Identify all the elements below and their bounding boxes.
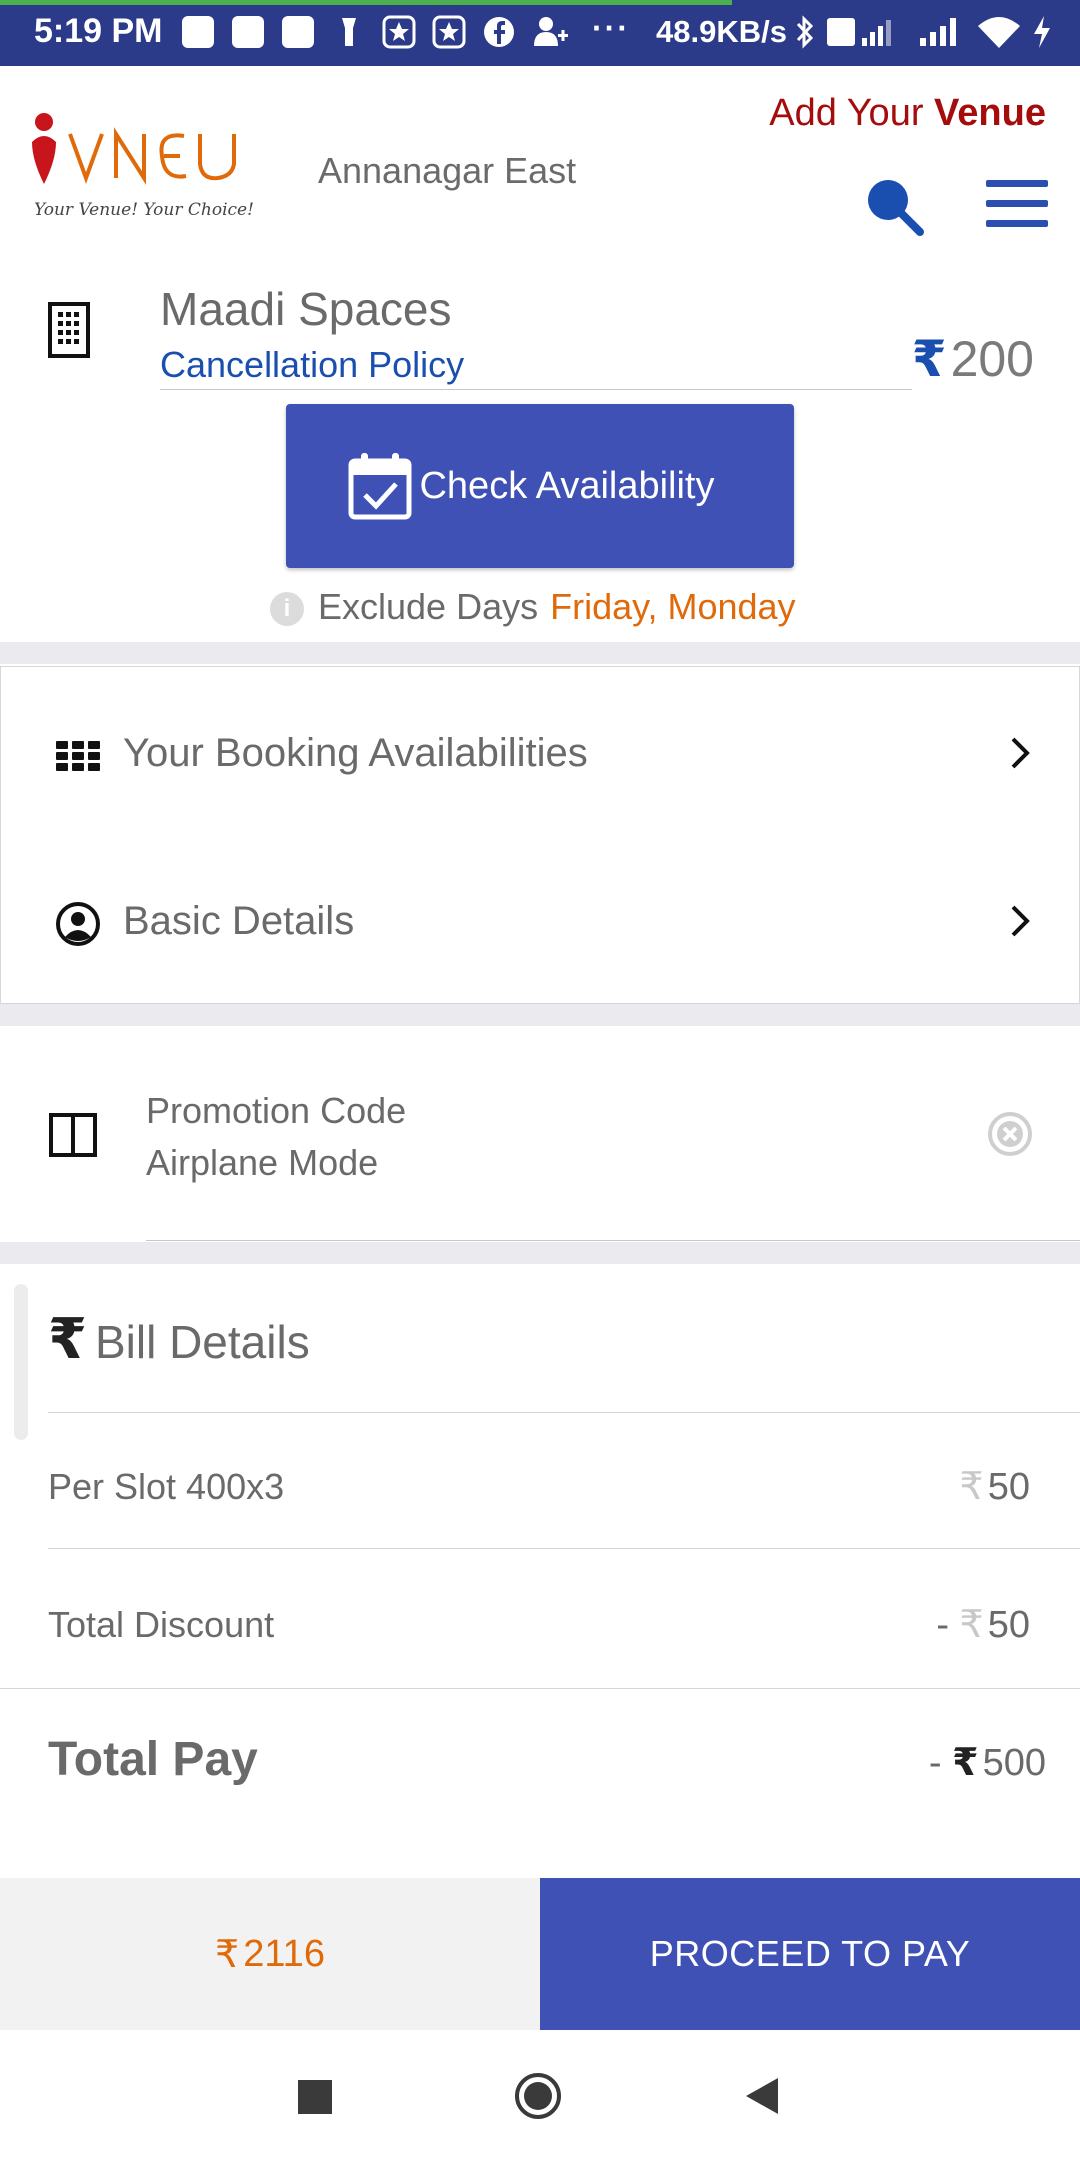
exclude-days: i Exclude Days Friday, Monday — [270, 586, 796, 628]
basic-details-label: Basic Details — [123, 899, 355, 943]
hamburger-menu-icon[interactable] — [986, 180, 1048, 228]
venue-price-value: 200 — [950, 331, 1034, 387]
divider — [160, 389, 912, 390]
rupee-icon: ₹ — [215, 1933, 240, 1976]
user-circle-icon — [56, 902, 100, 946]
status-time: 5:19 PM — [34, 12, 163, 50]
more-notifications-icon: ··· — [592, 10, 630, 46]
charging-icon — [1034, 16, 1050, 48]
message-icon — [282, 16, 314, 48]
cancellation-policy-link[interactable]: Cancellation Policy — [160, 344, 464, 386]
payable-amount: ₹2116 — [0, 1878, 540, 2030]
check-availability-label: Check Availability — [419, 464, 715, 507]
venue-name: Maadi Spaces — [160, 283, 452, 335]
add-venue-prefix: Add Your — [769, 92, 935, 134]
facebook-icon — [484, 17, 514, 47]
network-speed: 48.9KB/s — [656, 14, 787, 49]
booking-availabilities-label: Your Booking Availabilities — [123, 731, 588, 775]
total-discount-prefix: - — [936, 1604, 960, 1646]
total-pay-label: Total Pay — [48, 1733, 258, 1786]
divider — [48, 1548, 1080, 1549]
venue-price: ₹200 — [912, 330, 1034, 388]
booking-availabilities-row[interactable]: Your Booking Availabilities — [1, 693, 1079, 813]
rupee-icon: ₹ — [959, 1466, 984, 1508]
divider — [146, 1240, 1080, 1241]
building-icon — [48, 302, 90, 358]
options-card: Your Booking Availabilities Basic Detail… — [0, 666, 1080, 1004]
total-pay-value: - ₹500 — [929, 1740, 1046, 1785]
logo-tagline: Your Venue! Your Choice! — [34, 200, 254, 220]
section-divider — [0, 1242, 1080, 1264]
add-venue-link[interactable]: Add Your Venue — [769, 92, 1046, 135]
star-badge-icon — [432, 15, 466, 49]
message-icon — [182, 16, 214, 48]
rupee-icon: ₹ — [911, 331, 947, 387]
bluetooth-icon — [796, 15, 814, 49]
scrollbar[interactable] — [14, 1284, 28, 1440]
system-nav-bar — [0, 2030, 1080, 2160]
rupee-icon: ₹ — [48, 1307, 87, 1370]
payable-amount-value: 2116 — [243, 1932, 325, 1975]
location-label[interactable]: Annanagar East — [318, 150, 576, 192]
divider — [0, 1688, 1080, 1689]
page-load-progress — [0, 0, 732, 5]
grid-icon — [56, 741, 100, 771]
check-availability-button[interactable]: Check Availability — [286, 404, 794, 568]
exclude-days-label: Exclude Days — [318, 586, 539, 627]
clear-icon[interactable] — [986, 1110, 1034, 1158]
proceed-to-pay-button[interactable]: PROCEED TO PAY — [540, 1878, 1080, 2030]
chevron-right-icon — [1011, 737, 1030, 769]
section-divider — [0, 1004, 1080, 1026]
section-divider — [0, 642, 1080, 664]
total-discount-value: - ₹50 — [936, 1602, 1030, 1647]
book-open-icon — [49, 1113, 97, 1157]
app-logo[interactable]: Your Venue! Your Choice! — [30, 108, 270, 228]
total-discount-label: Total Discount — [48, 1604, 275, 1645]
bill-details-label: Bill Details — [94, 1316, 310, 1368]
venue-pin-icon — [32, 113, 236, 185]
basic-details-row[interactable]: Basic Details — [1, 861, 1079, 981]
add-user-icon — [534, 17, 568, 46]
divider — [48, 1412, 1080, 1413]
total-pay-prefix: - — [928, 1742, 953, 1784]
back-icon[interactable] — [742, 2074, 782, 2118]
volte-icon — [827, 18, 891, 46]
rupee-icon: ₹ — [952, 1742, 979, 1784]
bill-details-title: ₹ Bill Details — [48, 1306, 310, 1372]
message-icon — [232, 16, 264, 48]
wifi-icon — [978, 17, 1020, 48]
info-icon: i — [270, 592, 304, 627]
add-venue-bold: Venue — [934, 92, 1046, 134]
chevron-right-icon — [1011, 905, 1030, 937]
status-bar: 5:19 PM ··· 48.9KB/s — [0, 0, 1080, 66]
per-slot-label: Per Slot 400x3 — [48, 1466, 285, 1507]
total-discount-amount: 50 — [987, 1604, 1030, 1646]
home-icon[interactable] — [514, 2072, 562, 2120]
calendar-check-icon — [348, 453, 412, 520]
per-slot-amount: 50 — [987, 1466, 1030, 1508]
star-badge-icon — [382, 15, 416, 49]
rupee-icon: ₹ — [959, 1604, 984, 1646]
torch-icon — [342, 18, 356, 46]
promotion-code-label: Promotion Code — [146, 1090, 407, 1131]
exclude-days-value: Friday, Monday — [550, 586, 796, 627]
search-icon[interactable] — [862, 174, 926, 238]
recent-apps-icon[interactable] — [298, 2080, 332, 2114]
signal-icon — [920, 18, 956, 46]
per-slot-value: ₹50 — [960, 1464, 1030, 1509]
promotion-code-input[interactable]: Airplane Mode — [146, 1142, 378, 1184]
total-pay-amount: 500 — [982, 1742, 1046, 1784]
